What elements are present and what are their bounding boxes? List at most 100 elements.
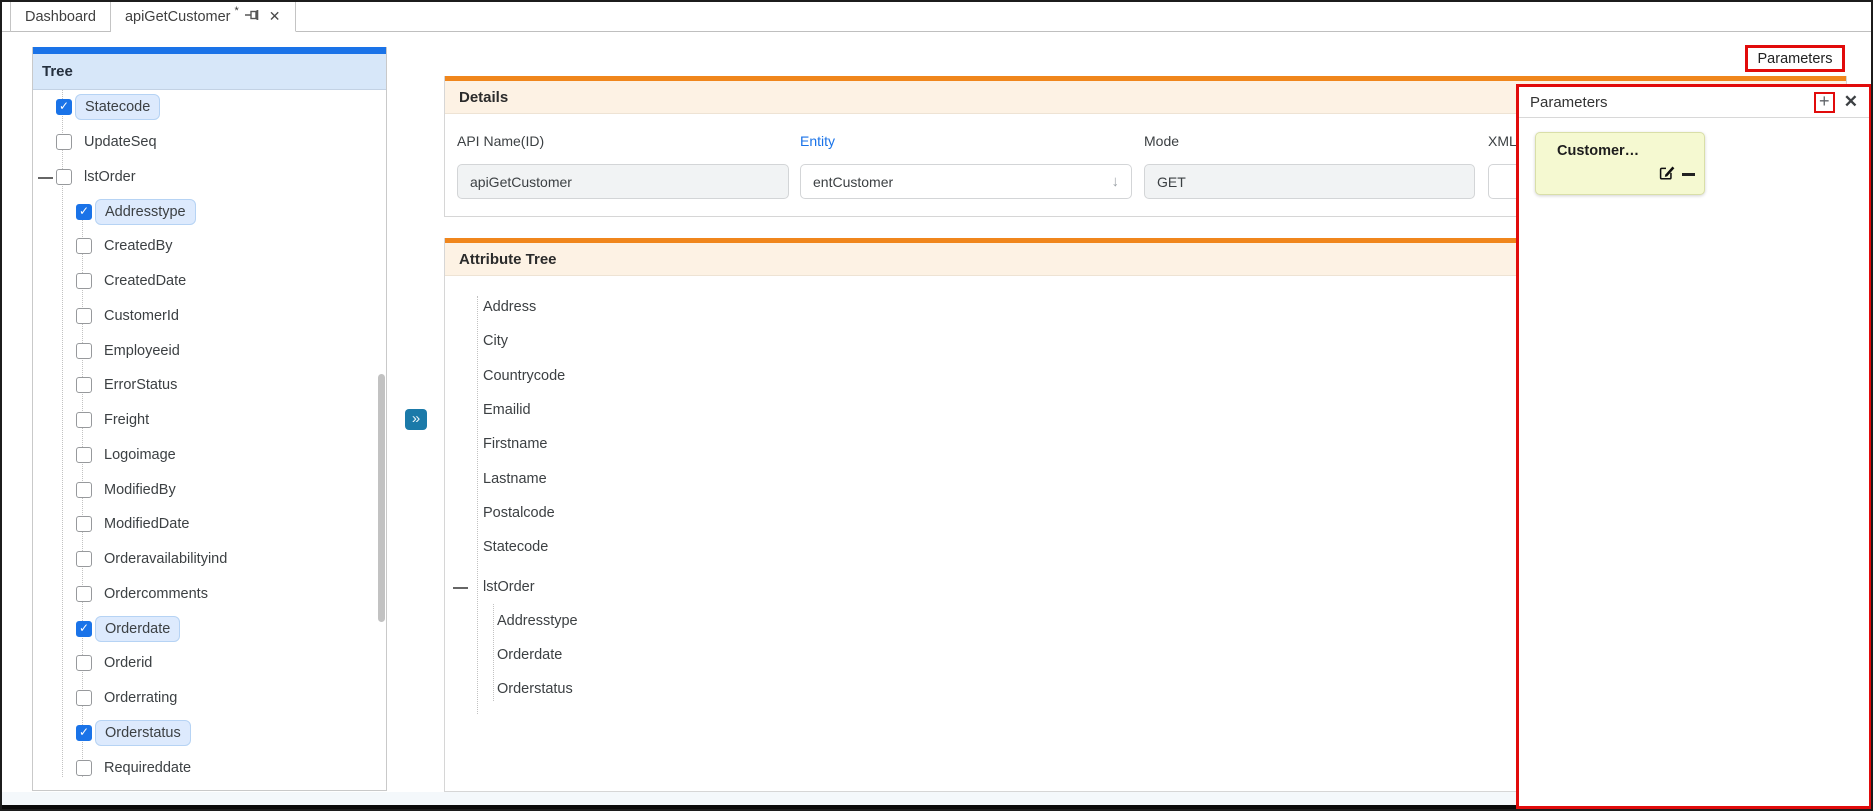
tree-item-label[interactable]: Orderrating (104, 690, 177, 706)
tree-row: ✓ Orderstatus (33, 716, 386, 751)
tree-item-label[interactable]: Freight (104, 412, 149, 428)
attribute-item-label[interactable]: Firstname (483, 436, 547, 452)
checkbox-unchecked[interactable] (76, 516, 92, 533)
attribute-item-label[interactable]: Lastname (483, 471, 547, 487)
collapse-toggle-icon[interactable] (453, 586, 468, 589)
tree-panel-header: Tree (33, 54, 386, 90)
tree-scrollbar-thumb[interactable] (378, 374, 385, 622)
details-title: Details (459, 88, 509, 106)
tree-item-label[interactable]: Orderavailabilityind (104, 551, 227, 567)
attribute-item-label[interactable]: Emailid (483, 402, 531, 418)
tree-item-label[interactable]: ModifiedBy (104, 482, 176, 498)
checkbox-unchecked[interactable] (76, 551, 92, 568)
parameter-card-label: Customer… (1557, 143, 1640, 159)
tab-close-icon[interactable]: ✕ (269, 8, 281, 25)
parameter-card-customer[interactable]: Customer… (1535, 132, 1705, 195)
tree-panel-title: Tree (42, 63, 73, 80)
checkbox-unchecked[interactable] (76, 307, 92, 324)
tree-item-label[interactable]: Orderstatus (95, 719, 191, 746)
tab-apigetcustomer[interactable]: apiGetCustomer * ✕ (110, 2, 296, 32)
tree-item-label[interactable]: Orderid (104, 655, 152, 671)
tree-item-label[interactable]: UpdateSeq (84, 134, 157, 150)
checkbox-unchecked[interactable] (76, 655, 92, 672)
checkbox-checked[interactable]: ✓ (56, 99, 72, 116)
mode-input[interactable]: GET (1144, 164, 1475, 199)
checkbox-checked[interactable]: ✓ (76, 620, 92, 637)
checkbox-unchecked[interactable] (56, 134, 72, 151)
checkbox-unchecked[interactable] (76, 446, 92, 463)
checkbox-unchecked[interactable] (76, 238, 92, 255)
tree-item-label[interactable]: ModifiedDate (104, 516, 189, 532)
checkbox-unchecked[interactable] (76, 690, 92, 707)
parameters-panel-header: Parameters + ✕ (1519, 87, 1869, 118)
tree-row: ✓ Addresstype (33, 194, 386, 229)
parameter-card-actions (1657, 163, 1695, 186)
tree-row: lstOrder (33, 160, 386, 195)
tree-row: ✓ Orderdate (33, 611, 386, 646)
tree-row: Ordercomments (33, 577, 386, 612)
tree-item-label[interactable]: Employeeid (104, 343, 180, 359)
parameters-panel-title: Parameters (1530, 93, 1608, 111)
checkbox-checked[interactable]: ✓ (76, 724, 92, 741)
parameters-button[interactable]: Parameters (1745, 45, 1845, 72)
collapse-toggle-icon[interactable] (38, 176, 53, 179)
tree-item-label[interactable]: lstOrder (84, 169, 136, 185)
attribute-item-label[interactable]: Countrycode (483, 368, 565, 384)
tab-dashboard-label: Dashboard (25, 9, 96, 25)
tree-item-label[interactable]: CreatedDate (104, 273, 186, 289)
tree-items: ✓ Statecode UpdateSeq lstOrder ✓ Addresstype C… (33, 90, 386, 785)
tree-row: Requireddate (33, 750, 386, 785)
pin-icon[interactable] (244, 8, 261, 26)
tree-item-label[interactable]: Requireddate (104, 760, 191, 776)
api-name-input[interactable]: apiGetCustomer (457, 164, 789, 199)
double-chevron-right-icon: » (411, 410, 421, 427)
checkbox-unchecked[interactable] (76, 342, 92, 359)
tree-item-label[interactable]: Statecode (75, 94, 161, 121)
tree-row: Orderavailabilityind (33, 542, 386, 577)
tree-item-label[interactable]: Orderdate (95, 615, 181, 642)
close-panel-icon[interactable]: ✕ (1844, 92, 1858, 112)
tree-panel: Tree ✓ Statecode UpdateSeq lstOrder ✓ Address… (32, 47, 387, 791)
tree-item-label[interactable]: Addresstype (95, 198, 196, 225)
tree-row: UpdateSeq (33, 125, 386, 160)
tree-item-label[interactable]: ErrorStatus (104, 377, 177, 393)
api-name-value: apiGetCustomer (470, 173, 572, 190)
entity-select[interactable]: entCustomer ↓ (800, 164, 1132, 199)
checkbox-unchecked[interactable] (76, 759, 92, 776)
checkbox-unchecked[interactable] (76, 273, 92, 290)
tree-row: Orderid (33, 646, 386, 681)
tree-item-label[interactable]: CreatedBy (104, 238, 173, 254)
field-entity: Entity entCustomer ↓ (800, 133, 1132, 199)
remove-icon[interactable] (1682, 173, 1695, 176)
tree-row: Logoimage (33, 438, 386, 473)
attribute-item-label[interactable]: Address (483, 299, 536, 315)
checkbox-unchecked[interactable] (76, 481, 92, 498)
checkbox-unchecked[interactable] (76, 585, 92, 602)
checkbox-unchecked[interactable] (76, 412, 92, 429)
tree-row: ErrorStatus (33, 368, 386, 403)
attribute-item-label[interactable]: lstOrder (483, 579, 535, 595)
mode-value: GET (1157, 173, 1186, 190)
unsaved-marker: * (234, 4, 239, 17)
attribute-item-label[interactable]: Orderdate (497, 647, 562, 663)
expand-button[interactable]: » (405, 409, 427, 430)
add-parameter-icon[interactable]: + (1813, 91, 1835, 113)
checkbox-checked[interactable]: ✓ (76, 203, 92, 220)
checkbox-unchecked[interactable] (76, 377, 92, 394)
attribute-item-label[interactable]: Addresstype (497, 613, 578, 629)
tree-item-label[interactable]: CustomerId (104, 308, 179, 324)
tree-item-label[interactable]: Ordercomments (104, 586, 208, 602)
checkbox-unchecked[interactable] (56, 168, 72, 185)
entity-label: Entity (800, 133, 836, 149)
attribute-item-label[interactable]: Statecode (483, 539, 548, 555)
edit-icon[interactable] (1657, 163, 1675, 186)
tree-row: Freight (33, 403, 386, 438)
tree-row: CreatedDate (33, 264, 386, 299)
attribute-item-label[interactable]: Postalcode (483, 505, 555, 521)
tree-item-label[interactable]: Logoimage (104, 447, 176, 463)
attribute-item-label[interactable]: City (483, 333, 508, 349)
attribute-item-label[interactable]: Orderstatus (497, 681, 573, 697)
tab-dashboard[interactable]: Dashboard (10, 2, 111, 32)
entity-value: entCustomer (813, 173, 894, 190)
tab-apigetcustomer-label: apiGetCustomer (124, 8, 231, 25)
